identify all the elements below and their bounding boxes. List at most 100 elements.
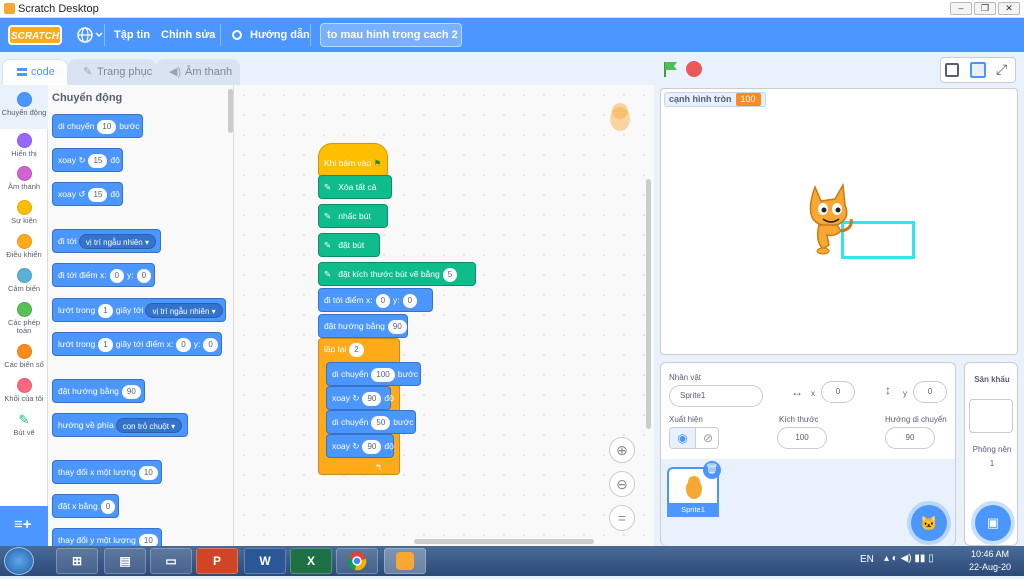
goto-block[interactable]: đi tới vị trí ngẫu nhiên ▾ <box>52 229 162 253</box>
script-workspace[interactable]: Khi bấm vào ⚑ ✎ Xóa tất cả ✎ nhấc bút ✎ … <box>234 85 654 546</box>
taskbar-powerpoint[interactable]: P <box>196 548 238 574</box>
project-title-input[interactable]: to mau hinh trong cach 2 <box>320 23 462 47</box>
green-flag-button[interactable] <box>662 60 680 78</box>
glide-xy-block[interactable]: lướt trong 1 giây tới điểm x: 0 y: 0 <box>52 332 222 356</box>
taskbar-file-explorer[interactable]: ▭ <box>150 548 192 574</box>
value-input[interactable]: 90 <box>121 384 141 399</box>
value-input[interactable]: 90 <box>362 439 382 454</box>
minimize-button[interactable]: – <box>950 2 972 15</box>
value-input[interactable]: 50 <box>371 415 391 430</box>
category-sensing[interactable]: Cảm biến <box>0 268 48 302</box>
x-input[interactable]: 0 <box>375 293 391 308</box>
turn-right-block[interactable]: xoay ↻ 15 độ <box>52 148 124 172</box>
value-input[interactable]: 90 <box>387 319 407 334</box>
taskbar-notes[interactable]: ▤ <box>104 548 146 574</box>
value-input[interactable]: 1 <box>98 337 113 352</box>
stage-canvas[interactable]: cạnh hình tròn 100 <box>660 88 1018 355</box>
language-menu[interactable] <box>76 18 106 52</box>
when-flag-clicked-block[interactable]: Khi bấm vào ⚑ <box>318 143 388 177</box>
clock-time[interactable]: 10:46 AM <box>960 549 1020 559</box>
value-input[interactable]: 10 <box>138 533 158 546</box>
category-my-blocks[interactable]: Khối của tôi <box>0 378 48 412</box>
sprite-name-input[interactable]: Sprite1 <box>669 385 763 407</box>
value-input[interactable]: 0 <box>100 499 116 514</box>
tutorials-menu[interactable]: Hướng dẫn <box>232 18 310 52</box>
y-input[interactable]: 0 <box>136 268 152 283</box>
fullscreen-icon[interactable]: ⤢ <box>996 61 1007 78</box>
zoom-out-button[interactable]: ⊖ <box>609 471 635 497</box>
taskbar-excel[interactable]: X <box>290 548 332 574</box>
move-block[interactable]: di chuyển 50 bước <box>326 410 416 434</box>
change-y-block[interactable]: thay đổi y một lượng 10 <box>52 528 162 546</box>
tab-sounds[interactable]: ◀) Âm thanh <box>156 59 240 85</box>
taskbar-network-tool[interactable]: ⊞ <box>56 548 98 574</box>
add-sprite-button[interactable]: 🐱 <box>911 505 947 541</box>
pen-down-block[interactable]: ✎ đặt bút <box>318 233 380 257</box>
pen-up-block[interactable]: ✎ nhấc bút <box>318 204 388 228</box>
glide-block[interactable]: lướt trong 1 giây tới vị trí ngẫu nhiên ▾ <box>52 298 226 322</box>
value-input[interactable]: 5 <box>442 267 458 282</box>
turn-right-block[interactable]: xoay ↻ 90 độ <box>326 434 394 458</box>
delete-sprite-button[interactable]: 🗑 <box>703 461 721 479</box>
y-input[interactable]: 0 <box>203 337 218 352</box>
category-operators[interactable]: Các phép toán <box>0 302 48 336</box>
x-input[interactable]: 0 <box>821 381 855 403</box>
zoom-in-button[interactable]: ⊕ <box>609 437 635 463</box>
point-direction-block[interactable]: đặt hướng bằng 90 <box>52 379 145 403</box>
value-input[interactable]: 2 <box>349 342 364 357</box>
language-indicator[interactable]: EN <box>860 554 874 565</box>
backdrop-thumbnail[interactable] <box>969 399 1013 433</box>
maximize-button[interactable]: ❐ <box>974 2 996 15</box>
tab-code[interactable]: code <box>2 59 68 85</box>
zoom-reset-button[interactable]: = <box>609 505 635 531</box>
target-dropdown[interactable]: vị trí ngẫu nhiên ▾ <box>145 303 223 319</box>
show-eye-icon[interactable]: ◉ <box>670 428 695 448</box>
goto-xy-block[interactable]: đi tới điểm x: 0 y: 0 <box>52 263 156 287</box>
move-block[interactable]: di chuyển 100 bước <box>326 362 421 386</box>
point-towards-block[interactable]: hướng về phía con trỏ chuột ▾ <box>52 413 188 437</box>
stage-target-pane[interactable]: Sân khấu Phông nền 1 ▣ <box>964 362 1018 546</box>
start-button[interactable] <box>4 547 34 575</box>
point-direction-block[interactable]: đặt hướng bằng 90 <box>318 314 408 338</box>
hide-eye-icon[interactable]: ⊘ <box>695 428 718 448</box>
small-stage-icon[interactable] <box>945 63 959 77</box>
value-input[interactable]: 90 <box>362 391 382 406</box>
x-input[interactable]: 0 <box>176 337 191 352</box>
edit-menu[interactable]: Chỉnh sửa <box>161 18 215 52</box>
category-motion[interactable]: Chuyển động <box>0 92 48 126</box>
x-input[interactable]: 0 <box>109 268 125 283</box>
target-dropdown[interactable]: con trỏ chuột ▾ <box>115 418 183 434</box>
turn-left-block[interactable]: xoay ↺ 15 độ <box>52 182 124 206</box>
y-input[interactable]: 0 <box>913 381 947 403</box>
taskbar-scratch[interactable] <box>384 548 426 574</box>
clear-block[interactable]: ✎ Xóa tất cả <box>318 175 392 199</box>
set-pen-size-block[interactable]: ✎ đặt kích thước bút vẽ bằng 5 <box>318 262 476 286</box>
value-input[interactable]: 15 <box>88 187 108 202</box>
clock-date[interactable]: 22-Aug-20 <box>960 562 1020 572</box>
tab-costumes[interactable]: ✎ Trang phục <box>68 59 156 85</box>
normal-stage-icon[interactable] <box>970 62 986 78</box>
add-extension-button[interactable]: ≡+ <box>0 506 48 546</box>
category-events[interactable]: Sự kiện <box>0 200 48 234</box>
category-control[interactable]: Điều khiển <box>0 234 48 268</box>
turn-right-block[interactable]: xoay ↻ 90 độ <box>326 386 394 410</box>
category-pen[interactable]: ✎ Bút vẽ <box>0 412 48 446</box>
category-looks[interactable]: Hiển thị <box>0 133 48 167</box>
size-input[interactable]: 100 <box>777 427 827 449</box>
close-button[interactable]: ✕ <box>998 2 1020 15</box>
value-input[interactable]: 15 <box>88 153 108 168</box>
add-backdrop-button[interactable]: ▣ <box>975 505 1011 541</box>
stop-button[interactable] <box>686 61 702 77</box>
change-x-block[interactable]: thay đổi x một lượng 10 <box>52 460 162 484</box>
move-block[interactable]: di chuyển 10 bước <box>52 114 143 138</box>
category-sound[interactable]: Âm thanh <box>0 166 48 200</box>
taskbar-chrome[interactable] <box>336 548 378 574</box>
target-dropdown[interactable]: vị trí ngẫu nhiên ▾ <box>78 234 156 250</box>
palette-scrollbar[interactable] <box>228 89 233 133</box>
value-input[interactable]: 10 <box>97 119 117 134</box>
scratch-logo[interactable]: SCRATCH <box>8 25 62 45</box>
y-input[interactable]: 0 <box>402 293 418 308</box>
category-variables[interactable]: Các biến số <box>0 344 48 378</box>
tray-icons[interactable]: ▴ ◐ ◀) ▮▮ ▯ <box>884 553 934 564</box>
workspace-vscrollbar[interactable] <box>646 179 651 429</box>
